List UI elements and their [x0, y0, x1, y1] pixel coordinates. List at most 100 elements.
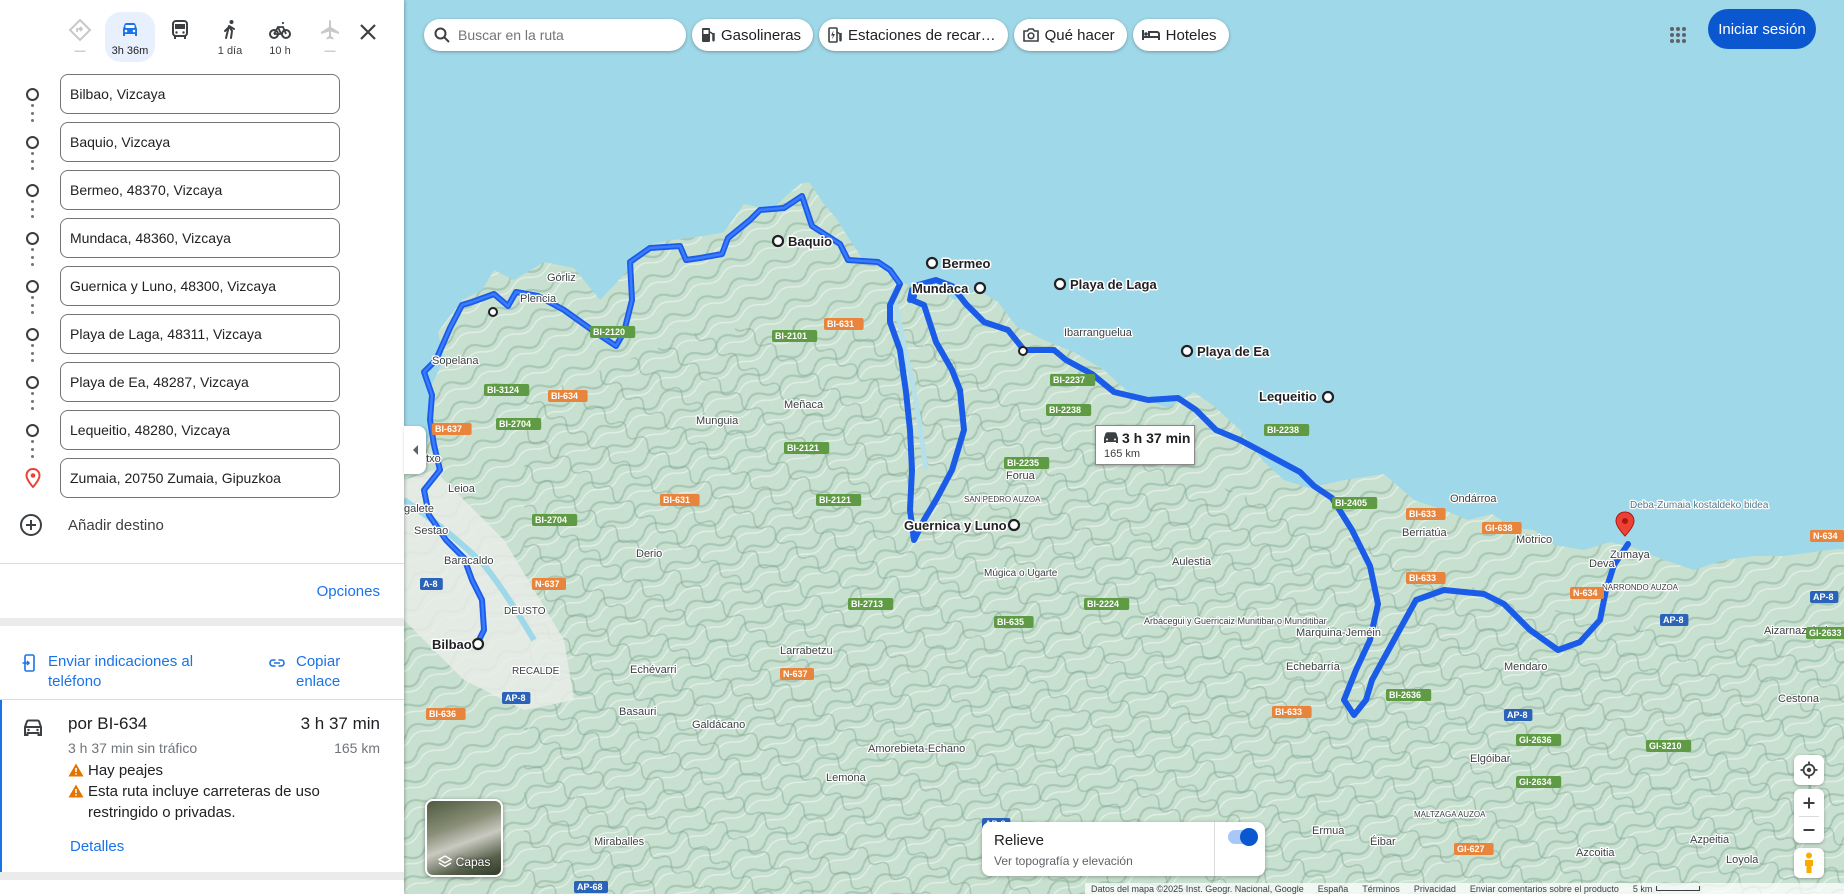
label-azpeitia: Azpeitia: [1690, 834, 1730, 846]
layers-caption: Capas: [427, 855, 501, 869]
route-details-link[interactable]: Detalles: [70, 838, 124, 855]
mode-transit[interactable]: [155, 12, 205, 62]
travel-mode-bar: — 3h 36m 1 día 10 h —: [55, 12, 355, 62]
road-shield: BI-2121: [816, 494, 862, 506]
minus-icon: [1803, 829, 1815, 831]
waypoint-marker-lequeitio[interactable]: [1321, 390, 1335, 404]
route-option[interactable]: por BI-634 3 h 37 min 3 h 37 min sin trá…: [0, 700, 404, 872]
stop-input-5[interactable]: [60, 266, 340, 306]
label-laga: Playa de Laga: [1070, 277, 1157, 292]
stop-input-8[interactable]: [60, 410, 340, 450]
send-to-phone-button[interactable]: Enviar indicaciones al teléfono: [22, 652, 222, 692]
waypoint-marker-bermeo[interactable]: [925, 256, 939, 270]
waypoint-marker-guernica[interactable]: [1007, 518, 1021, 532]
road-shield-label: BI-3124: [487, 385, 519, 395]
google-apps-button[interactable]: [1660, 17, 1696, 53]
street-view-pegman-button[interactable]: [1794, 848, 1824, 878]
country-link[interactable]: España: [1318, 884, 1349, 894]
waypoint-marker-ea[interactable]: [1180, 344, 1194, 358]
map-scale[interactable]: 5 km: [1633, 884, 1701, 894]
stop-input-4[interactable]: [60, 218, 340, 258]
send-to-phone-label: Enviar indicaciones al teléfono: [48, 653, 194, 690]
map-canvas[interactable]: Bilbao Baquio Bermeo Mundaca Guernica y …: [404, 0, 1844, 894]
road-shield-label: AP-8: [1663, 615, 1684, 625]
map-data-attribution: Datos del mapa ©2025 Inst. Geogr. Nacion…: [1091, 883, 1304, 894]
mode-walk[interactable]: 1 día: [205, 12, 255, 62]
connector-dots-icon: [31, 248, 34, 266]
privacy-link[interactable]: Privacidad: [1414, 884, 1456, 894]
road-shield-label: GI-2633: [1809, 628, 1842, 638]
add-destination-button[interactable]: Añadir destino: [20, 514, 164, 536]
layers-button[interactable]: Capas: [425, 799, 503, 877]
label-basauri: Basauri: [619, 706, 656, 718]
stop-input-9[interactable]: [60, 458, 340, 498]
my-location-button[interactable]: [1794, 755, 1824, 785]
divider: [0, 563, 404, 564]
label-munguia: Munguia: [696, 415, 739, 427]
waypoint-circle-icon: [26, 376, 39, 389]
waypoint-marker-bilbao[interactable]: [471, 637, 485, 651]
chip-charging-stations[interactable]: Estaciones de recar…: [819, 19, 1008, 51]
route-duration-callout[interactable]: 3 h 37 min 165 km: [1095, 425, 1195, 465]
chip-things-to-do-label: Qué hacer: [1044, 26, 1115, 44]
stop-input-2[interactable]: [60, 122, 340, 162]
road-shield: BI-2224: [1084, 598, 1130, 610]
collapse-panel-button[interactable]: [404, 426, 426, 474]
waypoint-circle-icon: [26, 328, 39, 341]
close-directions-button[interactable]: [354, 18, 382, 46]
waypoint-marker-laga[interactable]: [1053, 277, 1067, 291]
road-shield-label: BI-2237: [1053, 375, 1085, 385]
chip-gas-stations[interactable]: Gasolineras: [692, 19, 814, 51]
mode-flight-label: —: [324, 45, 336, 57]
label-galdacano: Galdácano: [692, 719, 745, 731]
road-shield: BI-635: [994, 616, 1034, 628]
mode-best[interactable]: —: [55, 12, 105, 62]
label-leioa: Leioa: [448, 483, 476, 495]
waypoint-marker-baquio[interactable]: [771, 234, 785, 248]
terrain-subtitle: Ver topografía y elevación: [994, 854, 1133, 868]
plus-icon: [20, 514, 42, 536]
terrain-toggle-switch[interactable]: [1228, 828, 1258, 846]
label-ermua: Ermua: [1312, 825, 1345, 837]
road-shield: BI-634: [548, 390, 588, 402]
warning-tolls: Hay peajes: [68, 760, 368, 781]
zoom-out-button[interactable]: [1794, 817, 1824, 843]
mode-flight[interactable]: —: [305, 12, 355, 62]
label-larrabetzu: Larrabetzu: [780, 645, 833, 657]
warning-icon: [68, 763, 84, 777]
chip-hotels[interactable]: Hoteles: [1132, 19, 1229, 51]
terms-link[interactable]: Términos: [1362, 884, 1400, 894]
chevron-left-icon: [413, 445, 418, 455]
waypoint-marker-mundaca[interactable]: [973, 281, 987, 295]
car-icon: [24, 719, 42, 736]
options-link[interactable]: Opciones: [317, 583, 380, 600]
road-shield-label: BI-633: [1409, 573, 1436, 583]
stop-input-1[interactable]: [60, 74, 340, 114]
road-shield: N-634: [1570, 587, 1604, 599]
terrain-toggle-card: Relieve Ver topografía y elevación: [982, 822, 1265, 876]
road-shield-label: BI-633: [1409, 509, 1436, 519]
label-sopelana: Sopelana: [432, 355, 479, 367]
copy-link-button[interactable]: Copiar enlace: [268, 652, 388, 692]
label-deba: Deba-Zumaia kostaldeko bidea: [1630, 500, 1769, 511]
mode-bike[interactable]: 10 h: [255, 12, 305, 62]
terrain-divider: [1214, 822, 1215, 876]
chip-things-to-do[interactable]: Qué hacer: [1013, 19, 1127, 51]
connector-dots-icon: [31, 200, 34, 218]
route-search-box[interactable]: [424, 19, 686, 51]
stop-input-6[interactable]: [60, 314, 340, 354]
stop-input-3[interactable]: [60, 170, 340, 210]
mode-car[interactable]: 3h 36m: [105, 12, 155, 62]
add-destination-label: Añadir destino: [68, 516, 164, 534]
label-berriatua: Berriatúa: [1402, 527, 1448, 539]
feedback-link[interactable]: Enviar comentarios sobre el producto: [1470, 884, 1619, 894]
road-shield: BI-631: [660, 494, 700, 506]
waypoint-circle-icon: [26, 232, 39, 245]
zoom-in-button[interactable]: [1794, 789, 1824, 816]
sign-in-button[interactable]: Iniciar sesión: [1708, 9, 1816, 49]
stop-input-7[interactable]: [60, 362, 340, 402]
walk-icon: [224, 20, 235, 39]
route-search-input[interactable]: [458, 27, 668, 43]
road-shield: N-637: [532, 578, 566, 590]
label-lemona: Lemona: [826, 772, 867, 784]
